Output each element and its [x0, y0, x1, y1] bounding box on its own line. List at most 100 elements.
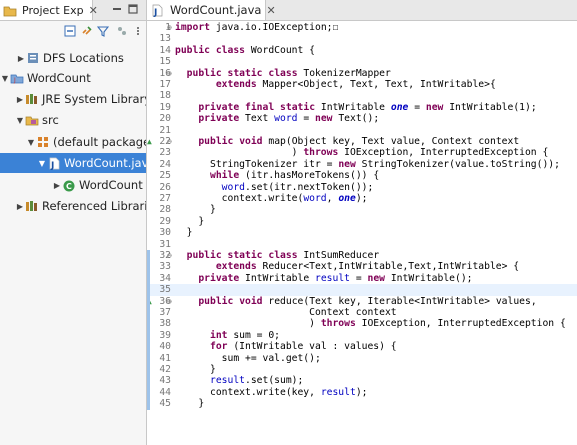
code-line[interactable]: 42 } — [147, 364, 577, 375]
java-file-icon: J — [150, 3, 164, 17]
fold-toggle-icon[interactable]: ⊖ — [167, 68, 174, 79]
code-line[interactable]: 1 ⊕ import java.io.IOException;☐ — [147, 22, 577, 33]
code-line[interactable]: 14 public class WordCount { — [147, 45, 577, 56]
maximize-icon[interactable] — [127, 3, 139, 15]
code-line[interactable]: 21 — [147, 125, 577, 136]
expand-arrow-icon[interactable]: ▶ — [15, 95, 25, 104]
code-line[interactable]: 32 ⊖ public static class IntSumReducer — [147, 250, 577, 261]
minimize-icon[interactable] — [111, 3, 123, 15]
line-number: 28 — [159, 204, 171, 216]
code-line[interactable]: 18 — [147, 90, 577, 101]
code-text: public void reduce(Text key, Iterable<In… — [198, 295, 537, 307]
fold-toggle-icon[interactable]: ⊖ — [167, 250, 174, 261]
view-tabbar: Project Exp ✕ — [0, 0, 146, 21]
dfs-locations-icon — [26, 51, 40, 65]
collapse-arrow-icon[interactable]: ▼ — [26, 138, 36, 147]
code-line[interactable]: 28 } — [147, 204, 577, 215]
filter-icon[interactable] — [96, 25, 110, 37]
line-number: 31 — [159, 238, 171, 250]
fold-toggle-icon[interactable]: ⊕ — [167, 22, 174, 33]
code-text: } — [175, 215, 205, 227]
focus-on-working-set-icon[interactable] — [116, 25, 128, 37]
code-line[interactable]: 16 ⊖ public static class TokenizerMapper — [147, 68, 577, 79]
tree-item-wordcount-class[interactable]: ▶ C WordCount — [0, 175, 146, 195]
code-line[interactable]: 40 for (IntWritable val : values) { — [147, 341, 577, 352]
collapse-arrow-icon[interactable]: ▼ — [0, 74, 10, 83]
code-line[interactable]: 17 extends Mapper<Object, Text, Text, In… — [147, 79, 577, 90]
code-line[interactable]: 30 } — [147, 227, 577, 238]
project-explorer-icon — [3, 3, 17, 17]
code-line[interactable]: 19 private final static IntWritable one … — [147, 102, 577, 113]
code-text: private final static IntWritable one = n… — [198, 101, 537, 113]
code-line[interactable]: 22 ▲ ⊖ public void map(Object key, Text va… — [147, 136, 577, 147]
code-line[interactable]: 41 sum += val.get(); — [147, 353, 577, 364]
tree-item-src[interactable]: ▼ src — [0, 110, 146, 130]
collapse-all-icon[interactable] — [64, 25, 76, 37]
code-line[interactable]: 31 — [147, 239, 577, 250]
collapse-arrow-icon[interactable]: ▼ — [37, 159, 47, 168]
code-line[interactable]: 37 Context context — [147, 307, 577, 318]
code-line[interactable]: 36▲⊖ public void reduce(Text key, Iterab… — [147, 296, 577, 307]
code-line[interactable]: 45 } — [147, 398, 577, 409]
code-line[interactable]: 20 private Text word = new Text(); — [147, 113, 577, 124]
library-icon — [25, 199, 39, 213]
close-icon[interactable]: ✕ — [266, 4, 275, 17]
code-line[interactable]: 13 — [147, 33, 577, 44]
code-line[interactable]: 26 word.set(itr.nextToken()); — [147, 182, 577, 193]
line-number: 35 — [159, 284, 171, 296]
line-number: 29 — [159, 215, 171, 227]
line-number: 20 — [159, 113, 171, 125]
code-line[interactable]: 27 context.write(word, one); — [147, 193, 577, 204]
close-icon[interactable]: ✕ — [89, 4, 98, 17]
code-line[interactable]: 35 — [147, 284, 577, 296]
line-number: 18 — [159, 90, 171, 102]
code-line[interactable]: 23 ) throws IOException, InterruptedExce… — [147, 147, 577, 158]
code-text: public void map(Object key, Text value, … — [198, 136, 520, 147]
tree-item-wordcount-java[interactable]: ▼ J WordCount.jav — [0, 153, 146, 173]
code-text: private Text word = new Text(); — [198, 113, 380, 125]
tree-item-label: src — [42, 113, 59, 127]
expand-arrow-icon[interactable]: ▶ — [52, 181, 62, 190]
collapse-arrow-icon[interactable]: ▼ — [15, 116, 25, 125]
library-icon — [25, 92, 39, 106]
fold-toggle-icon[interactable]: ⊖ — [167, 136, 174, 147]
tree-item-default-package[interactable]: ▼ (default package) — [0, 132, 146, 152]
line-number: 30 — [159, 227, 171, 239]
tree-item-jre-library[interactable]: ▶ JRE System Library [ — [0, 89, 146, 109]
line-number: 45 — [159, 398, 171, 410]
code-text: } — [175, 398, 205, 410]
line-number: 40 — [159, 341, 171, 353]
expand-arrow-icon[interactable]: ▶ — [15, 202, 25, 211]
tree-item-label: JRE System Library [ — [42, 92, 146, 106]
tree-item-wordcount-project[interactable]: ▼ J WordCount — [0, 68, 146, 88]
code-text: extends Reducer<Text,IntWritable,Text,In… — [215, 261, 520, 273]
code-line[interactable]: 38 ) throws IOException, InterruptedExce… — [147, 318, 577, 329]
code-line[interactable]: 25 while (itr.hasMoreTokens()) { — [147, 170, 577, 181]
tree-item-referenced-libraries[interactable]: ▶ Referenced Libraries — [0, 196, 146, 216]
project-explorer-view: Project Exp ✕ ▶ DFS Locations ▼ J WordCo… — [0, 0, 147, 445]
code-line[interactable]: 33 extends Reducer<Text,IntWritable,Text… — [147, 261, 577, 272]
expand-arrow-icon[interactable]: ▶ — [16, 54, 26, 63]
code-line[interactable]: 39 int sum = 0; — [147, 330, 577, 341]
code-line[interactable]: 44 context.write(key, result); — [147, 387, 577, 398]
code-line[interactable]: 34 private IntWritable result = new IntW… — [147, 273, 577, 284]
package-icon — [36, 135, 50, 149]
code-line[interactable]: 15 — [147, 56, 577, 67]
java-project-icon: J — [10, 71, 24, 85]
code-line[interactable]: 24 StringTokenizer itr = new StringToken… — [147, 159, 577, 170]
source-folder-icon — [25, 113, 39, 127]
code-line[interactable]: 43 result.set(sum); — [147, 375, 577, 386]
link-with-editor-icon[interactable] — [81, 25, 93, 37]
line-number: 39 — [159, 329, 171, 341]
svg-text:J: J — [13, 77, 16, 84]
line-number: 17 — [159, 79, 171, 90]
editor-tab-wordcount-java[interactable]: J WordCount.java ✕ — [147, 0, 276, 20]
tree-item-dfs-locations[interactable]: ▶ DFS Locations — [0, 48, 146, 68]
view-menu-icon[interactable] — [132, 25, 144, 37]
fold-toggle-icon[interactable]: ⊖ — [167, 296, 174, 307]
project-explorer-tab[interactable]: Project Exp ✕ — [0, 0, 98, 20]
line-number: 13 — [159, 33, 171, 45]
line-number: 41 — [159, 352, 171, 364]
code-text: } — [175, 227, 193, 239]
code-line[interactable]: 29 } — [147, 216, 577, 227]
